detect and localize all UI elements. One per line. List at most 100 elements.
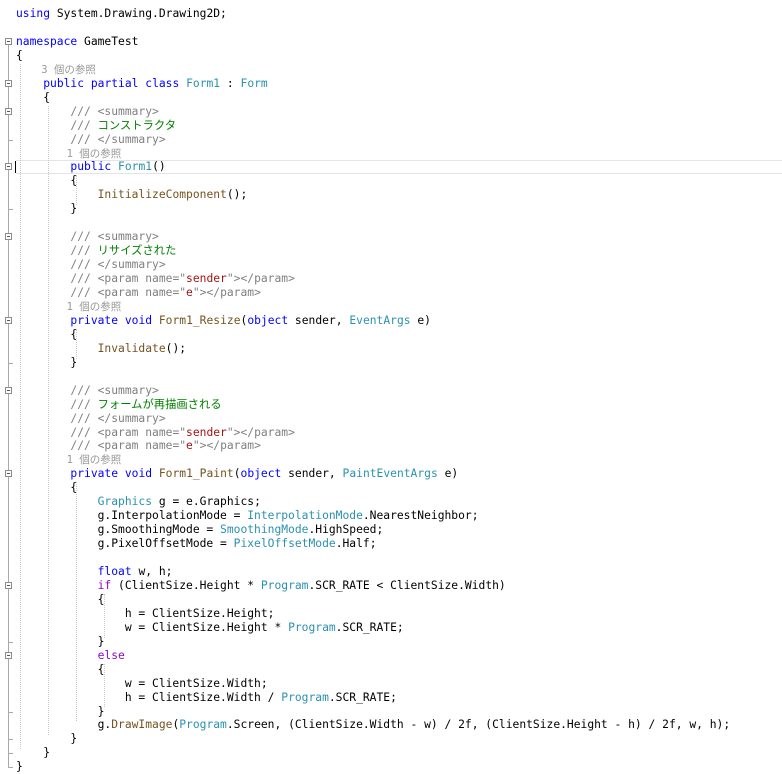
code-token: g.InterpolationMode = bbox=[16, 509, 248, 523]
code-line: g.PixelOffsetMode = PixelOffsetMode.Half… bbox=[16, 537, 782, 551]
code-token: InitializeComponent bbox=[97, 188, 227, 202]
code-token: コンストラクタ bbox=[90, 118, 177, 132]
code-line: if (ClientSize.Height * Program.SCR_RATE… bbox=[16, 579, 782, 593]
code-token: EventArgs bbox=[349, 313, 411, 327]
collapse-icon[interactable] bbox=[5, 651, 12, 659]
codelens-references[interactable]: 3 個の参照 bbox=[16, 63, 782, 77]
code-token: "></param> bbox=[192, 439, 261, 453]
code-token: PaintEventArgs bbox=[342, 467, 438, 481]
code-line: InitializeComponent(); bbox=[16, 188, 782, 202]
code-token: /// <param name=" bbox=[70, 272, 187, 286]
code-token: /// <summary> bbox=[70, 104, 159, 118]
code-token: Form1 bbox=[118, 160, 153, 174]
code-token: { bbox=[16, 174, 78, 188]
outline-connector bbox=[8, 170, 9, 210]
collapse-icon[interactable] bbox=[5, 581, 12, 589]
collapse-icon[interactable] bbox=[5, 107, 12, 115]
outline-connector bbox=[8, 114, 9, 140]
collapse-icon[interactable] bbox=[5, 37, 12, 45]
collapse-icon[interactable] bbox=[5, 79, 12, 87]
code-token: Program bbox=[179, 718, 227, 732]
code-token: } bbox=[16, 704, 105, 718]
codelens-references[interactable]: 1 個の参照 bbox=[16, 300, 782, 314]
code-token: /// bbox=[70, 244, 91, 258]
code-token: float bbox=[97, 565, 132, 578]
code-token: /// bbox=[70, 397, 91, 411]
code-token: private bbox=[70, 467, 119, 481]
code-token: /// <param name=" bbox=[70, 425, 187, 439]
code-editor[interactable]: using System.Drawing.Drawing2D; namespace… bbox=[0, 0, 782, 774]
code-line: /// </summary> bbox=[16, 133, 782, 147]
code-line: } bbox=[16, 746, 782, 760]
code-token: e) bbox=[437, 467, 459, 481]
outline-connector bbox=[8, 588, 9, 642]
code-token: g = e.Graphics; bbox=[152, 495, 261, 509]
code-line: w = ClientSize.Height * Program.SCR_RATE… bbox=[16, 621, 782, 635]
code-line: /// <param name="e"></param> bbox=[16, 439, 782, 453]
collapse-icon[interactable] bbox=[5, 163, 12, 171]
codelens-references[interactable]: 1 個の参照 bbox=[16, 453, 782, 467]
code-line: h = ClientSize.Width / Program.SCR_RATE; bbox=[16, 691, 782, 705]
outline-connector bbox=[8, 658, 9, 712]
collapse-icon[interactable] bbox=[5, 470, 12, 478]
code-token: /// </summary> bbox=[70, 258, 166, 272]
code-token: e) bbox=[410, 313, 431, 327]
code-token: 1 個の参照 bbox=[16, 147, 122, 160]
code-token: { bbox=[16, 327, 78, 341]
code-token: .NearestNeighbor; bbox=[362, 509, 479, 523]
collapse-icon[interactable] bbox=[5, 386, 12, 394]
code-token: /// </summary> bbox=[70, 132, 166, 146]
indent-guide bbox=[104, 593, 105, 638]
code-token: else bbox=[97, 648, 125, 662]
code-line: { bbox=[16, 593, 782, 607]
code-line: } bbox=[16, 356, 782, 370]
code-line: g.InterpolationMode = InterpolationMode.… bbox=[16, 509, 782, 523]
collapse-icon[interactable] bbox=[5, 316, 12, 324]
code-token: "></param> bbox=[192, 286, 261, 299]
indent-guide bbox=[76, 175, 77, 206]
code-token: 1 個の参照 bbox=[16, 454, 122, 467]
code-token: Program bbox=[281, 690, 329, 704]
code-line: public Form1() bbox=[16, 160, 782, 175]
code-token: w = ClientSize.Height * bbox=[16, 620, 289, 634]
code-line: g.SmoothingMode = SmoothingMode.HighSpee… bbox=[16, 523, 782, 537]
outline-end bbox=[8, 209, 13, 211]
code-token: h = ClientSize.Height; bbox=[16, 606, 275, 620]
code-token: { bbox=[16, 48, 23, 62]
code-token: object bbox=[240, 467, 282, 481]
code-line: /// <summary> bbox=[16, 384, 782, 398]
code-token: DrawImage bbox=[111, 718, 173, 732]
indent-guide bbox=[20, 63, 21, 750]
code-line: } bbox=[16, 760, 782, 774]
code-token: SmoothingMode bbox=[220, 523, 309, 537]
code-token: using bbox=[16, 7, 51, 20]
code-token: /// bbox=[70, 118, 91, 132]
code-token: } bbox=[16, 760, 23, 774]
code-token: InterpolationMode bbox=[247, 509, 363, 523]
code-line: /// </summary> bbox=[16, 258, 782, 272]
outline-end bbox=[8, 739, 13, 741]
code-line: private void Form1_Resize(object sender,… bbox=[16, 314, 782, 328]
codelens-references[interactable]: 1 個の参照 bbox=[16, 147, 782, 161]
collapse-icon[interactable] bbox=[5, 233, 12, 241]
code-line: } bbox=[16, 202, 782, 216]
outline-connector bbox=[8, 240, 9, 363]
code-token: { bbox=[16, 592, 105, 606]
code-token: public bbox=[70, 160, 112, 174]
code-token: () bbox=[152, 160, 166, 174]
code-token: (ClientSize.Height * bbox=[111, 578, 261, 592]
code-token: h = ClientSize.Width / bbox=[16, 690, 282, 704]
